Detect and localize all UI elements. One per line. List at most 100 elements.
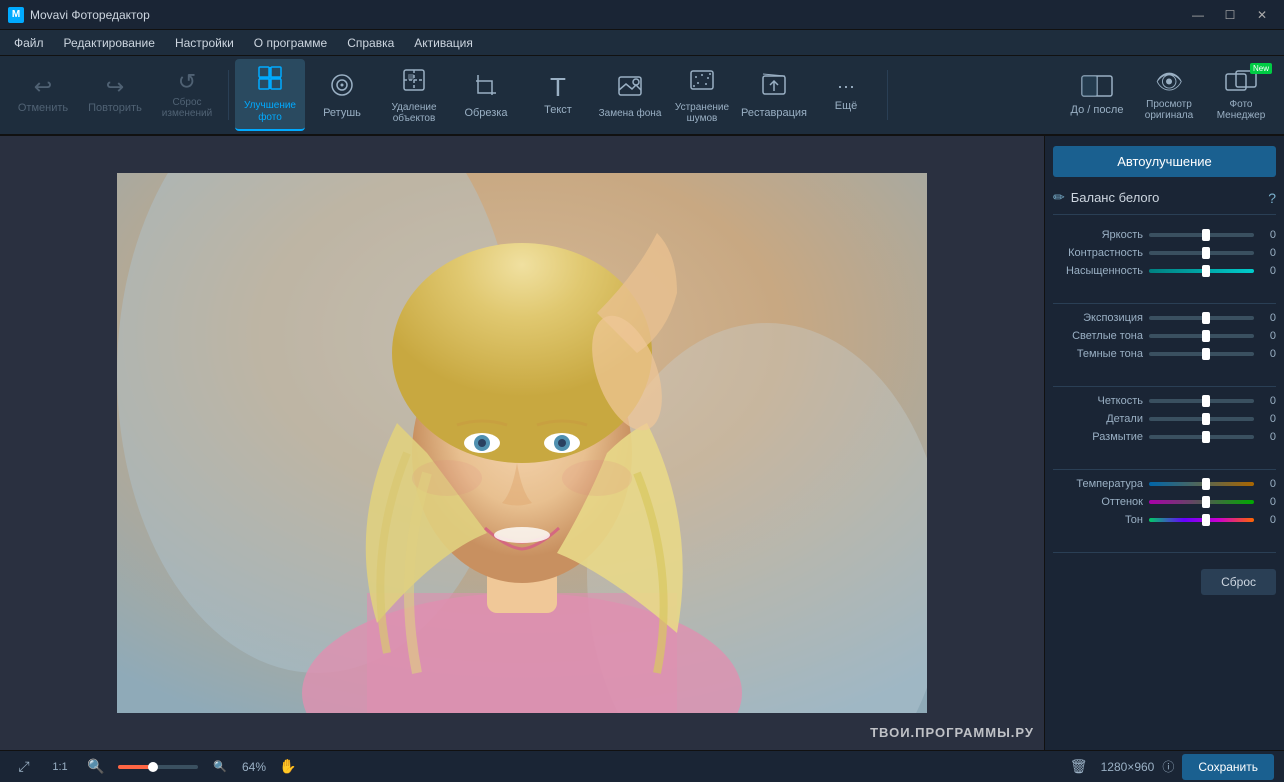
highlights-row: Светлые тона 0	[1053, 330, 1276, 342]
denoise-button[interactable]: Устранение шумов	[667, 59, 737, 131]
delete-button[interactable]: 🗑	[1065, 755, 1093, 779]
highlights-slider[interactable]	[1149, 334, 1254, 338]
exposure-row: Экспозиция 0	[1053, 312, 1276, 324]
saturation-slider[interactable]	[1149, 269, 1254, 273]
replace-bg-button[interactable]: Замена фона	[595, 59, 665, 131]
reset-icon: ↺	[178, 71, 196, 93]
tint-row: Оттенок 0	[1053, 496, 1276, 508]
menu-activate[interactable]: Активация	[404, 32, 483, 54]
exposure-sliders: Экспозиция 0 Светлые тона 0 Темные тона …	[1053, 312, 1276, 366]
restore-label: Реставрация	[741, 107, 807, 119]
text-button[interactable]: T Текст	[523, 59, 593, 131]
view-original-button[interactable]: 👁 Просмотр оригинала	[1134, 59, 1204, 131]
tint-thumb[interactable]	[1202, 496, 1210, 508]
zoom-percent: 64%	[242, 760, 266, 774]
app-title: Movavi Фоторедактор	[30, 8, 1184, 22]
tone-slider[interactable]	[1149, 518, 1254, 522]
tint-slider[interactable]	[1149, 500, 1254, 504]
menu-edit[interactable]: Редактирование	[54, 32, 165, 54]
crop-label: Обрезка	[464, 107, 507, 119]
restore-button[interactable]: Реставрация	[739, 59, 809, 131]
zoom-out-icon: 🔍	[87, 758, 104, 775]
save-button[interactable]: Сохранить	[1182, 754, 1274, 780]
details-value: 0	[1260, 413, 1276, 425]
contrast-slider[interactable]	[1149, 251, 1254, 255]
brightness-value: 0	[1260, 229, 1276, 241]
exposure-slider[interactable]	[1149, 316, 1254, 320]
photo-manager-button[interactable]: New Фото Менеджер	[1206, 59, 1276, 131]
enhance-label: Улучшение фото	[237, 100, 303, 124]
menu-file[interactable]: Файл	[4, 32, 54, 54]
denoise-icon	[688, 66, 716, 98]
shadows-slider[interactable]	[1149, 352, 1254, 356]
reset-changes-button[interactable]: ↺ Сброс изменений	[152, 59, 222, 131]
undo-button[interactable]: ↩ Отменить	[8, 59, 78, 131]
tone-thumb[interactable]	[1202, 514, 1210, 526]
tint-label: Оттенок	[1053, 496, 1143, 508]
ratio-label: 1:1	[52, 761, 67, 773]
tint-value: 0	[1260, 496, 1276, 508]
clarity-label: Четкость	[1053, 395, 1143, 407]
divider-1	[1053, 303, 1276, 304]
ratio-button[interactable]: 1:1	[46, 755, 74, 779]
info-icon[interactable]: ⓘ	[1162, 758, 1174, 775]
close-button[interactable]: ✕	[1248, 5, 1276, 25]
exposure-label: Экспозиция	[1053, 312, 1143, 324]
brightness-thumb[interactable]	[1202, 229, 1210, 241]
more-button[interactable]: ⋯ Ещё	[811, 59, 881, 131]
detail-sliders: Четкость 0 Детали 0 Размытие 0	[1053, 395, 1276, 449]
canvas-area[interactable]: ТВОИ.ПРОГРАММЫ.РУ	[0, 136, 1044, 750]
details-slider[interactable]	[1149, 417, 1254, 421]
blur-label: Размытие	[1053, 431, 1143, 443]
panel-bottom: Сброс	[1053, 561, 1276, 595]
pan-button[interactable]: ✋	[274, 755, 302, 779]
crop-button[interactable]: Обрезка	[451, 59, 521, 131]
enhance-photo-button[interactable]: Улучшение фото	[235, 59, 305, 131]
menu-settings[interactable]: Настройки	[165, 32, 244, 54]
separator-2	[887, 70, 888, 120]
fit-button[interactable]: ⤢	[10, 755, 38, 779]
help-icon[interactable]: ?	[1268, 190, 1276, 206]
reset-panel-button[interactable]: Сброс	[1201, 569, 1276, 595]
text-label: Текст	[544, 104, 572, 116]
retouch-label: Ретушь	[323, 107, 361, 119]
zoom-slider[interactable]	[118, 765, 198, 769]
redo-button[interactable]: ↪ Повторить	[80, 59, 150, 131]
before-after-button[interactable]: До / после	[1062, 59, 1132, 131]
temperature-slider[interactable]	[1149, 482, 1254, 486]
exposure-thumb[interactable]	[1202, 312, 1210, 324]
auto-enhance-button[interactable]: Автоулучшение	[1053, 146, 1276, 177]
details-thumb[interactable]	[1202, 413, 1210, 425]
toolbar: ↩ Отменить ↪ Повторить ↺ Сброс изменений…	[0, 56, 1284, 136]
dimensions-label: 1280×960	[1101, 760, 1155, 774]
highlights-thumb[interactable]	[1202, 330, 1210, 342]
maximize-button[interactable]: ☐	[1216, 5, 1244, 25]
shadows-label: Темные тона	[1053, 348, 1143, 360]
zoom-in-button[interactable]: 🔍	[206, 755, 234, 779]
undo-icon: ↩	[34, 76, 52, 98]
redo-icon: ↪	[106, 76, 124, 98]
clarity-thumb[interactable]	[1202, 395, 1210, 407]
zoom-out-button[interactable]: 🔍	[82, 755, 110, 779]
temperature-thumb[interactable]	[1202, 478, 1210, 490]
remove-icon	[400, 66, 428, 98]
contrast-thumb[interactable]	[1202, 247, 1210, 259]
menu-help[interactable]: Справка	[337, 32, 404, 54]
replace-bg-label: Замена фона	[599, 108, 662, 119]
minimize-button[interactable]: —	[1184, 5, 1212, 25]
brightness-slider[interactable]	[1149, 233, 1254, 237]
highlights-label: Светлые тона	[1053, 330, 1143, 342]
exposure-value: 0	[1260, 312, 1276, 324]
blur-thumb[interactable]	[1202, 431, 1210, 443]
blur-value: 0	[1260, 431, 1276, 443]
status-bar: ⤢ 1:1 🔍 🔍 64% ✋ 🗑 1280×960 ⓘ Сохранить	[0, 750, 1284, 782]
blur-slider[interactable]	[1149, 435, 1254, 439]
remove-objects-button[interactable]: Удаление объектов	[379, 59, 449, 131]
saturation-thumb[interactable]	[1202, 265, 1210, 277]
retouch-button[interactable]: Ретушь	[307, 59, 377, 131]
clarity-slider[interactable]	[1149, 399, 1254, 403]
shadows-thumb[interactable]	[1202, 348, 1210, 360]
temperature-row: Температура 0	[1053, 478, 1276, 490]
zoom-slider-thumb[interactable]	[148, 762, 158, 772]
menu-about[interactable]: О программе	[244, 32, 337, 54]
